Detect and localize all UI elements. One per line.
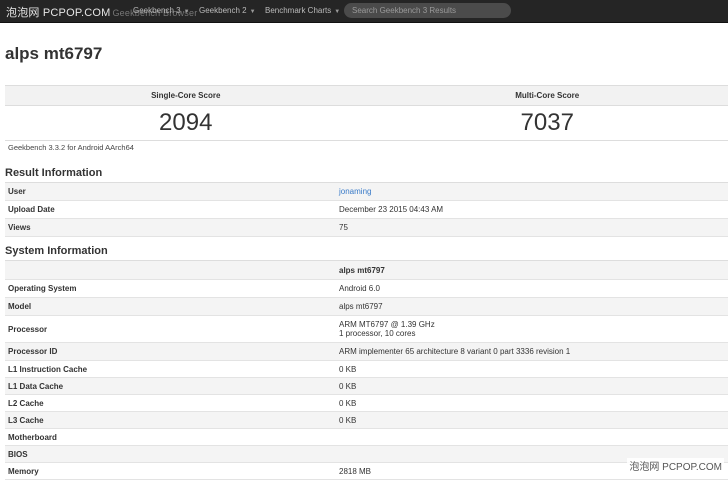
score-value-row: 2094 7037 (5, 106, 728, 140)
table-row: L3 Cache 0 KB (5, 412, 728, 429)
row-value: 0 KB (336, 365, 728, 374)
caret-down-icon: ▼ (334, 9, 340, 15)
nav-item-geekbench3[interactable]: Geekbench 3▼ (133, 6, 190, 15)
geekbench-version: Geekbench 3.3.2 for Android AArch64 (8, 143, 134, 152)
brand-text: 泡泡网 PCPOP.COM (6, 7, 110, 19)
row-label: L3 Cache (5, 416, 336, 425)
caret-down-icon: ▼ (250, 9, 256, 15)
row-value: 0 KB (336, 382, 728, 391)
row-label: Motherboard (5, 433, 336, 442)
table-row: Motherboard (5, 429, 728, 446)
result-info-table: User jonaming Upload Date December 23 20… (5, 182, 728, 237)
table-row: Operating System Android 6.0 (5, 280, 728, 298)
single-core-label: Single-Core Score (5, 86, 367, 105)
multi-core-score: 7037 (367, 106, 728, 140)
top-navbar: 泡泡网 PCPOP.COMGeekbench Browser Geekbench… (0, 0, 728, 23)
score-header-row: Single-Core Score Multi-Core Score (5, 86, 728, 106)
row-label: BIOS (5, 450, 336, 459)
result-info-title: Result Information (5, 167, 102, 179)
nav-item-benchmark-charts[interactable]: Benchmark Charts▼ (265, 6, 340, 15)
row-value: December 23 2015 04:43 AM (336, 205, 728, 214)
row-value: 0 KB (336, 416, 728, 425)
table-row: Processor ARM MT6797 @ 1.39 GHz 1 proces… (5, 316, 728, 343)
search-input[interactable] (344, 3, 511, 18)
row-value: Android 6.0 (336, 284, 728, 293)
row-value: alps mt6797 (336, 302, 728, 311)
user-link[interactable]: jonaming (339, 187, 371, 196)
row-label: Processor ID (5, 347, 336, 356)
score-table: Single-Core Score Multi-Core Score 2094 … (5, 85, 728, 141)
system-info-title: System Information (5, 245, 108, 257)
multi-core-label: Multi-Core Score (367, 86, 728, 105)
table-row: Upload Date December 23 2015 04:43 AM (5, 201, 728, 219)
page-title: alps mt6797 (5, 44, 102, 64)
row-value: jonaming (336, 187, 728, 196)
row-value: ARM MT6797 @ 1.39 GHz 1 processor, 10 co… (336, 320, 728, 338)
table-row: Processor ID ARM implementer 65 architec… (5, 343, 728, 361)
row-value: 75 (336, 223, 728, 232)
nav-item-geekbench2[interactable]: Geekbench 2▼ (199, 6, 256, 15)
row-label: L2 Cache (5, 399, 336, 408)
table-row: Memory 2818 MB (5, 463, 728, 480)
table-row: Model alps mt6797 (5, 298, 728, 316)
row-label: Memory (5, 467, 336, 476)
processor-name: ARM MT6797 @ 1.39 GHz (339, 320, 728, 329)
row-label: L1 Instruction Cache (5, 365, 336, 374)
system-header-value: alps mt6797 (336, 266, 728, 275)
processor-cores: 1 processor, 10 cores (339, 329, 728, 338)
system-info-table: alps mt6797 Operating System Android 6.0… (5, 260, 728, 480)
nav-item-label: Geekbench 2 (199, 6, 247, 15)
table-row: L1 Data Cache 0 KB (5, 378, 728, 395)
table-row: L1 Instruction Cache 0 KB (5, 361, 728, 378)
row-value: 0 KB (336, 399, 728, 408)
row-label: Operating System (5, 284, 336, 293)
row-label: L1 Data Cache (5, 382, 336, 391)
nav-item-label: Geekbench 3 (133, 6, 181, 15)
watermark: 泡泡网 PCPOP.COM (627, 458, 724, 473)
table-row: User jonaming (5, 183, 728, 201)
nav-item-label: Benchmark Charts (265, 6, 331, 15)
single-core-score: 2094 (5, 106, 367, 140)
table-row: Views 75 (5, 219, 728, 237)
caret-down-icon: ▼ (184, 9, 190, 15)
table-row: L2 Cache 0 KB (5, 395, 728, 412)
row-label: Upload Date (5, 205, 336, 214)
row-label: Model (5, 302, 336, 311)
table-header-row: alps mt6797 (5, 261, 728, 280)
table-row: BIOS (5, 446, 728, 463)
row-label: Processor (5, 325, 336, 334)
row-label: Views (5, 223, 336, 232)
row-value: ARM implementer 65 architecture 8 varian… (336, 347, 728, 356)
row-label: User (5, 187, 336, 196)
